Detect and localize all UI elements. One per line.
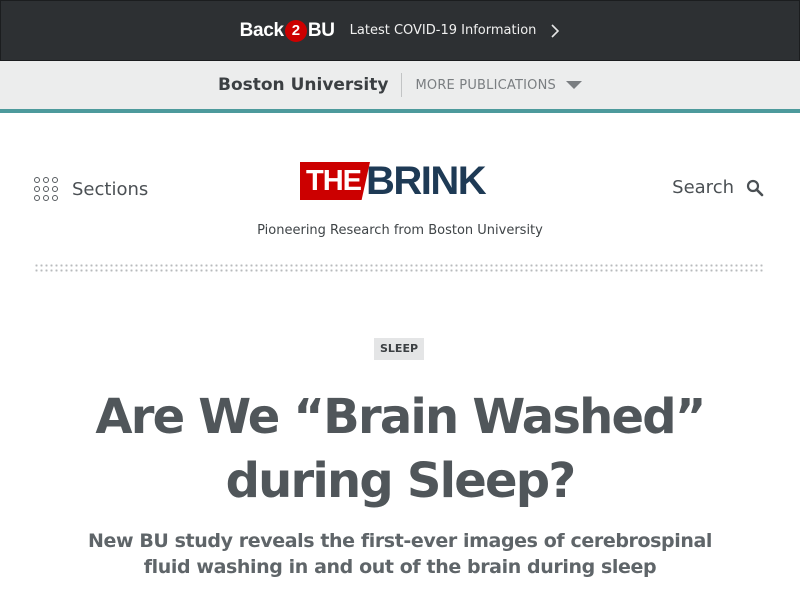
logo-the: THE [300, 162, 370, 200]
covid-banner[interactable]: Back 2 BU Latest COVID-19 Information [0, 0, 800, 61]
back2bu-logo: Back 2 BU [239, 19, 335, 42]
chevron-right-icon [551, 23, 560, 38]
back2bu-logo-number: 2 [284, 19, 307, 42]
category-tag[interactable]: SLEEP [374, 338, 425, 360]
back2bu-logo-back: Back [239, 19, 285, 41]
teal-divider [0, 109, 800, 113]
article-deck: New BU study reveals the first-ever imag… [87, 530, 713, 578]
sections-label: Sections [72, 178, 149, 200]
covid-info-link[interactable]: Latest COVID-19 Information [350, 23, 537, 38]
bu-home-link[interactable]: Boston University [218, 75, 388, 95]
logo-brink: BRINK [366, 159, 487, 203]
search-button[interactable]: Search [672, 177, 764, 198]
search-label: Search [672, 177, 734, 198]
site-tagline: Pioneering Research from Boston Universi… [257, 223, 543, 238]
back2bu-logo-bu: BU [307, 19, 335, 41]
bu-publications-bar: Boston University MORE PUBLICATIONS [0, 61, 800, 109]
article-headline: Are We “Brain Washed” during Sleep? [95, 389, 706, 509]
the-brink-logo[interactable]: THE BRINK [300, 159, 487, 203]
bu-bar-divider [401, 73, 403, 97]
magnifier-icon [746, 179, 764, 196]
dotted-divider [34, 263, 765, 273]
sections-menu-button[interactable]: Sections [34, 177, 148, 201]
caret-down-icon[interactable] [566, 81, 582, 89]
grid-dots-icon [34, 177, 58, 201]
more-publications-button[interactable]: MORE PUBLICATIONS [415, 78, 556, 93]
